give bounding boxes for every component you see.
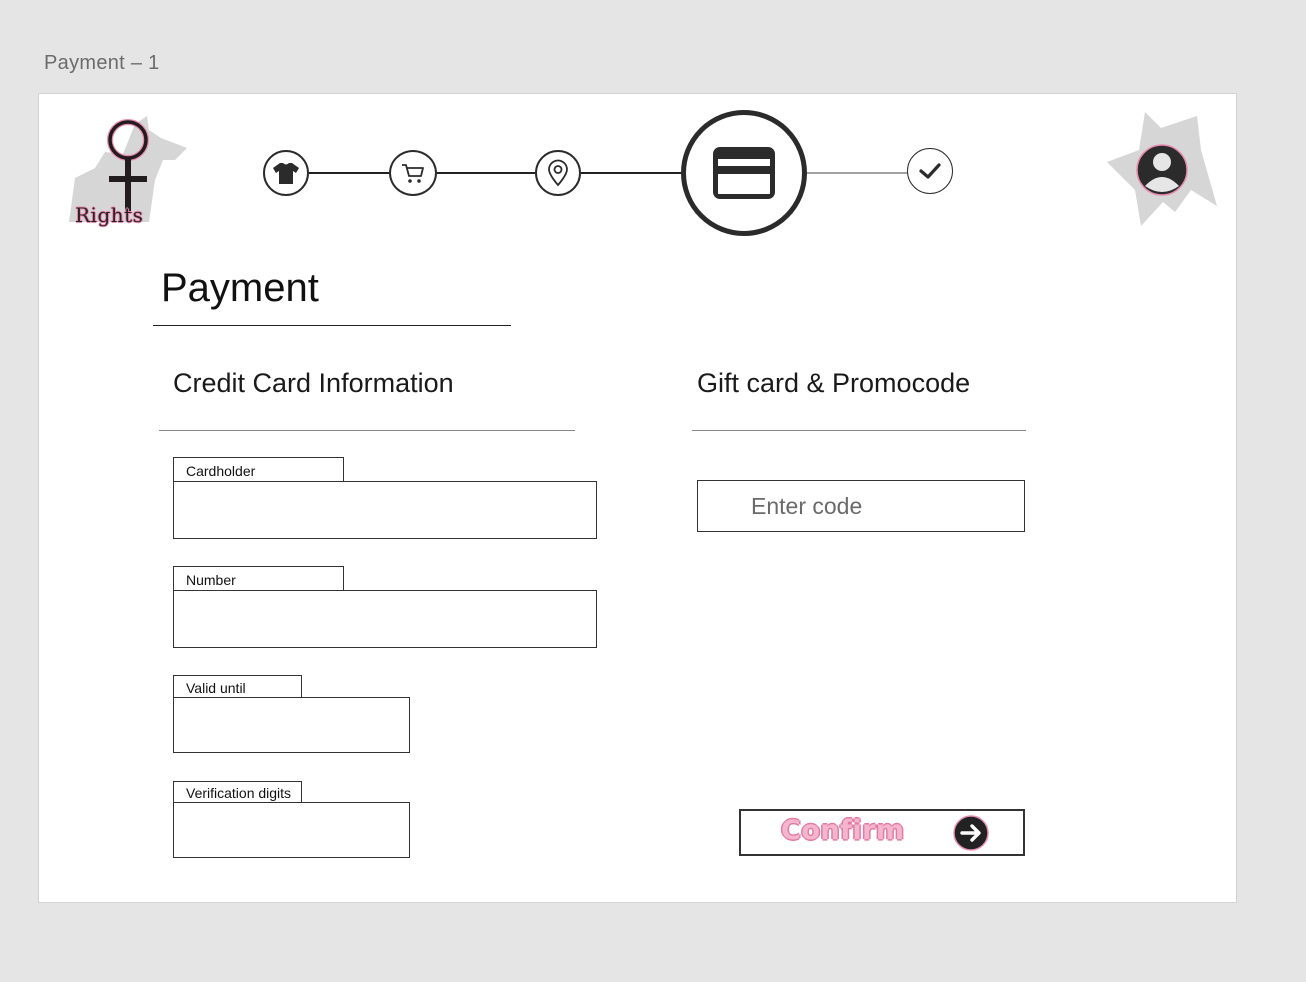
credit-card-section-title: Credit Card Information <box>173 368 454 398</box>
checkmark-icon <box>919 163 941 179</box>
credit-card-icon <box>713 147 775 199</box>
gift-card-section-title: Gift card & Promocode <box>697 368 971 398</box>
promo-code-input[interactable] <box>697 480 1025 532</box>
gift-card-section-divider <box>692 430 1026 431</box>
arrow-right-circle-icon <box>953 815 989 851</box>
cardholder-label: Cardholder <box>173 457 344 482</box>
verification-label: Verification digits <box>173 781 302 803</box>
step-address[interactable] <box>535 150 581 196</box>
stepper-connectors <box>309 172 907 174</box>
user-avatar[interactable] <box>1105 106 1219 226</box>
number-label: Number <box>173 566 344 591</box>
payment-page: Rights Payment Credit Card Information C… <box>38 93 1237 903</box>
frame-label: Payment – 1 <box>44 52 160 74</box>
step-product[interactable] <box>263 150 309 196</box>
location-pin-icon <box>548 159 568 187</box>
shirt-icon <box>273 163 299 184</box>
step-confirmation[interactable] <box>907 148 953 194</box>
cart-icon <box>402 164 424 183</box>
credit-card-section-divider <box>159 430 575 431</box>
page-title: Payment <box>161 266 319 310</box>
valid-until-label: Valid until <box>173 675 302 698</box>
checkout-stepper <box>39 94 1238 244</box>
valid-until-field[interactable] <box>173 697 410 753</box>
user-avatar-icon <box>1107 112 1217 226</box>
step-cart[interactable] <box>389 150 437 196</box>
confirm-label: Confirm <box>781 815 905 846</box>
confirm-button[interactable]: Confirm <box>739 809 1025 856</box>
verification-field[interactable] <box>173 802 410 858</box>
step-payment[interactable] <box>681 110 807 236</box>
title-divider <box>153 325 511 326</box>
card-number-field[interactable] <box>173 590 597 648</box>
cardholder-field[interactable] <box>173 481 597 539</box>
